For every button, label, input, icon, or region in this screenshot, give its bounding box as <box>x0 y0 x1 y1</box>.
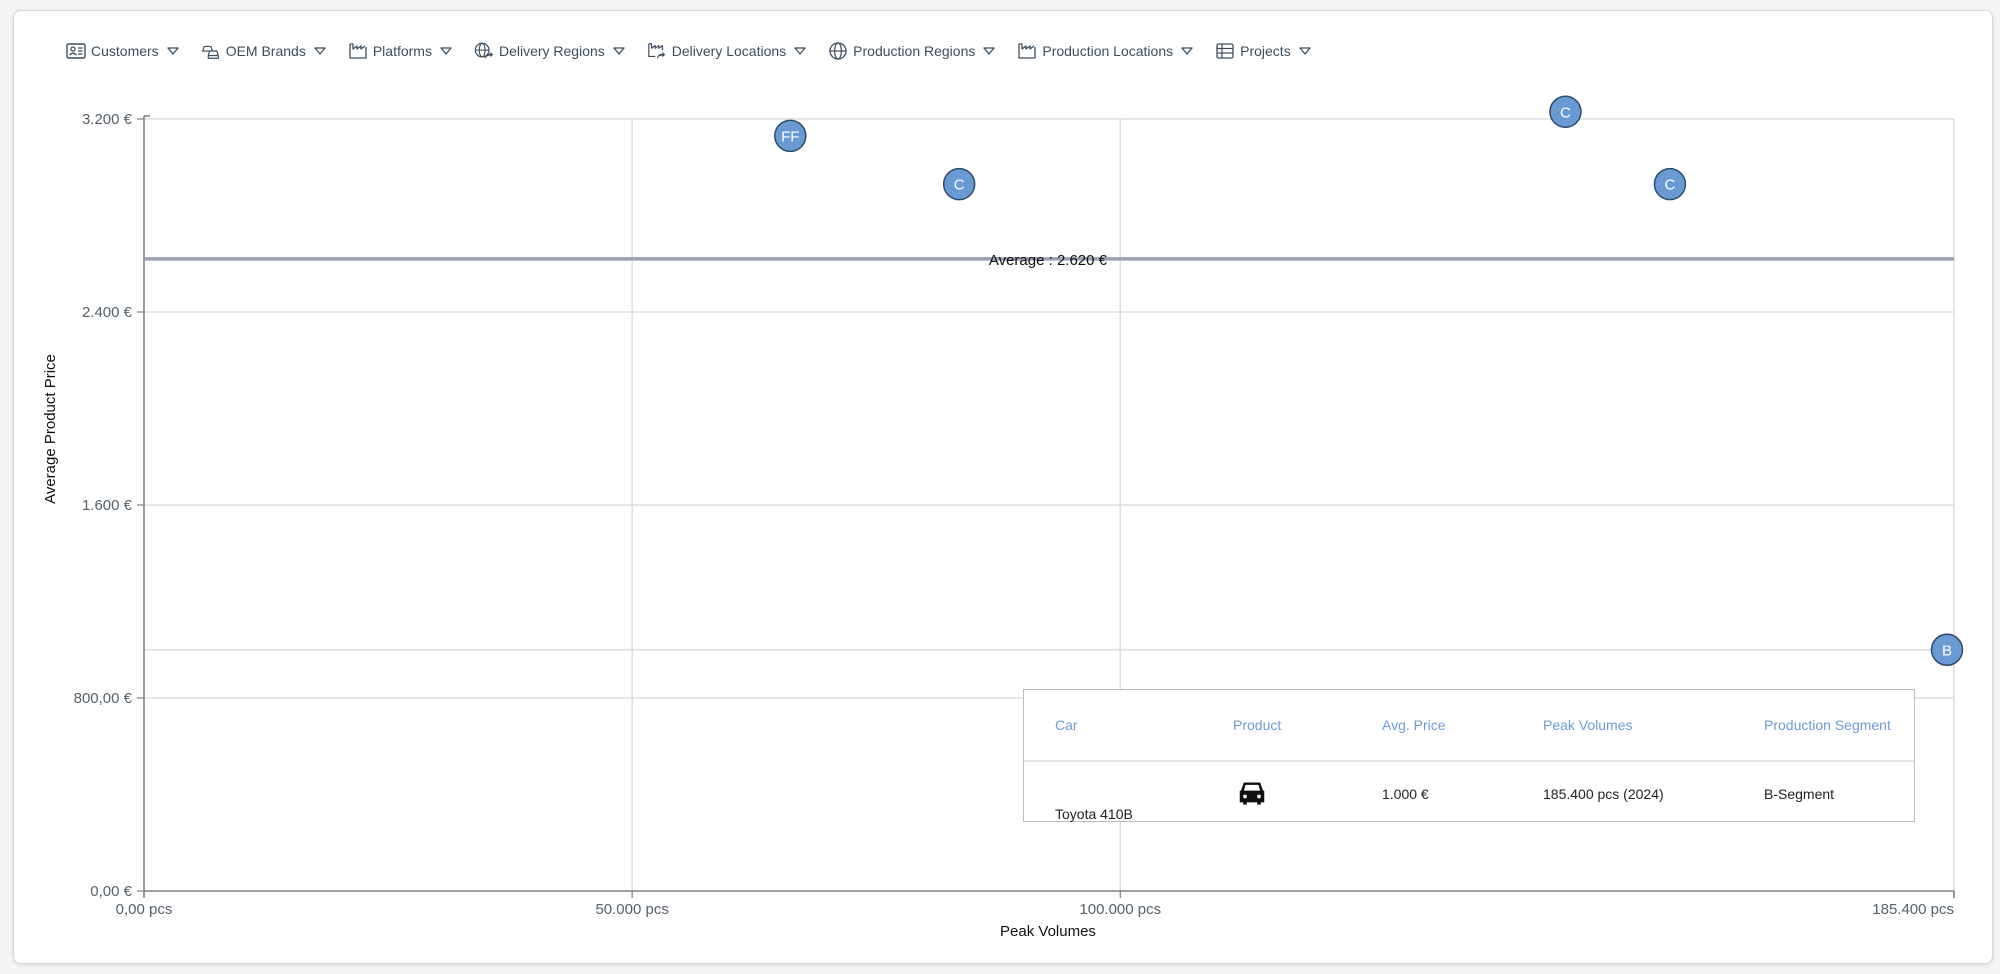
data-point[interactable]: C <box>1653 167 1687 201</box>
y-axis-title: Average Product Price <box>42 354 59 504</box>
header-car: Car <box>1024 690 1202 762</box>
data-point[interactable]: C <box>942 167 976 201</box>
point-tooltip: Car Product Avg. Price Peak Volumes Prod… <box>1023 689 1915 822</box>
x-axis-title: Peak Volumes <box>1000 923 1096 940</box>
cell-peak-volumes: 185.400 pcs (2024) <box>1543 786 1664 802</box>
x-tick-label: 185.400 pcs <box>1872 901 1954 918</box>
header-peak-volumes: Peak Volumes <box>1512 690 1733 762</box>
tooltip-row: Toyota 410B 1.000 € 185.400 pcs (2024) B… <box>1024 761 1914 826</box>
point-label: B <box>1942 642 1952 659</box>
y-tick-label: 0,00 € <box>90 883 132 900</box>
header-avg-price: Avg. Price <box>1351 690 1512 762</box>
tooltip-table: Car Product Avg. Price Peak Volumes Prod… <box>1024 690 1914 826</box>
y-tick-label: 1.600 € <box>82 497 133 514</box>
point-label: C <box>1560 104 1571 121</box>
header-production-segment: Production Segment <box>1733 690 1914 762</box>
car-icon <box>1239 782 1265 805</box>
data-points: FF C C C B <box>774 95 1964 666</box>
y-tick-label: 3.200 € <box>82 111 133 128</box>
cell-car: Toyota 410B <box>1055 806 1133 822</box>
x-tick-label: 50.000 pcs <box>595 901 668 918</box>
point-label: C <box>1664 177 1675 194</box>
y-tick-label: 2.400 € <box>82 304 133 321</box>
data-point[interactable]: FF <box>774 119 807 153</box>
x-tick-label: 0,00 pcs <box>116 901 173 918</box>
cell-product <box>1202 761 1351 826</box>
cell-avg-price: 1.000 € <box>1382 786 1429 802</box>
scatter-chart: 0,00 € 800,00 € 1.600 € 2.400 € 3.200 € 0,00 … <box>42 95 1964 940</box>
tooltip-header-row: Car Product Avg. Price Peak Volumes Prod… <box>1024 690 1914 762</box>
point-label: FF <box>781 128 799 145</box>
x-tick-label: 100.000 pcs <box>1079 901 1161 918</box>
average-line-group: Average : 2.620 € <box>144 252 1954 269</box>
y-tick-label: 800,00 € <box>74 690 133 707</box>
data-point[interactable]: B <box>1930 633 1964 666</box>
cell-production-segment: B-Segment <box>1764 786 1835 802</box>
header-product: Product <box>1202 690 1351 762</box>
data-point[interactable]: C <box>1549 95 1582 129</box>
average-label: Average : 2.620 € <box>989 252 1108 269</box>
point-label: C <box>954 177 965 194</box>
